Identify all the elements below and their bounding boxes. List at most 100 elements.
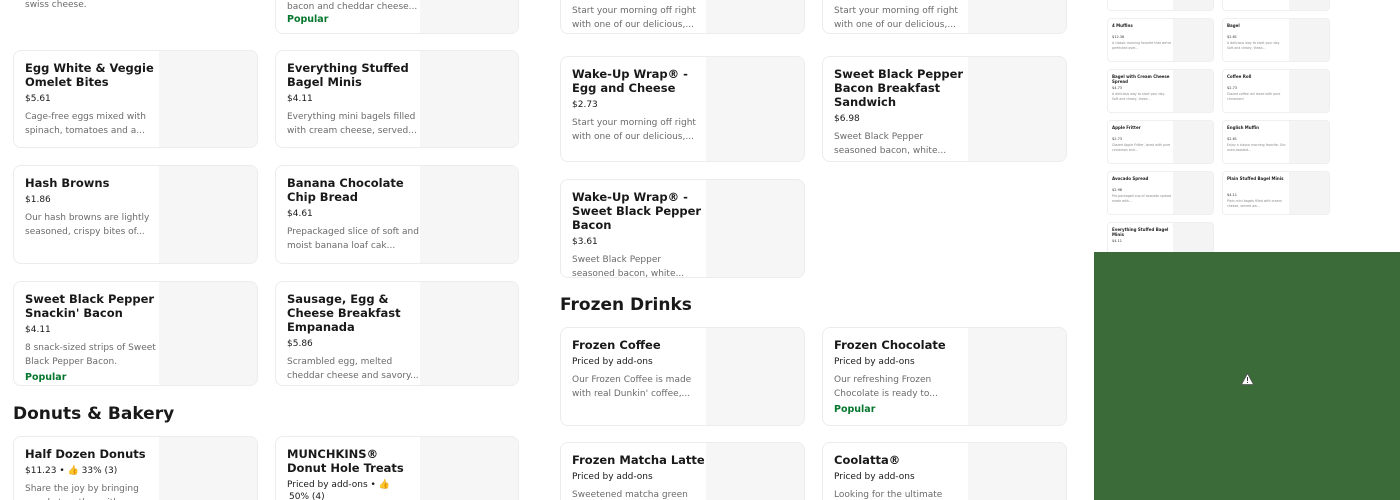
warning-icon bbox=[1240, 370, 1255, 389]
item-title: Sweet Black Pepper Snackin' Bacon bbox=[25, 292, 155, 320]
item-title: Coolatta® bbox=[834, 453, 901, 467]
item-image bbox=[420, 0, 518, 33]
thumbnail-card[interactable]: English Muffin $2.61 Enjoy a classic mor… bbox=[1222, 120, 1330, 164]
item-title: Sausage, Egg & Cheese Breakfast Empanada bbox=[287, 292, 401, 334]
menu-item-card[interactable]: Banana Chocolate Chip Bread $4.61 Prepac… bbox=[275, 165, 519, 264]
item-image bbox=[706, 57, 804, 161]
item-image bbox=[159, 282, 257, 385]
item-image bbox=[968, 443, 1066, 500]
menu-item-card[interactable]: Everything Stuffed Bagel Minis $4.11 Eve… bbox=[275, 50, 519, 148]
popular-badge: Popular bbox=[287, 14, 329, 25]
item-price: $2.73 bbox=[572, 100, 598, 110]
item-desc: Scrambled egg, melted cheddar cheese and… bbox=[287, 357, 419, 381]
thumbnail-card[interactable]: Plain Stuffed Bagel Minis $4.11 Plain mi… bbox=[1222, 171, 1330, 215]
item-image bbox=[968, 57, 1066, 161]
item-price: Priced by add-ons bbox=[572, 472, 653, 482]
item-title: Egg White & Veggie Omelet Bites bbox=[25, 61, 154, 89]
item-title: Frozen Matcha Latte bbox=[572, 453, 705, 467]
item-title: Banana Chocolate Chip Bread bbox=[287, 176, 404, 204]
item-image bbox=[159, 51, 257, 147]
item-desc: Our hash browns are lightly seasoned, cr… bbox=[25, 213, 150, 237]
menu-item-card[interactable]: Frozen Chocolate Priced by add-ons Our r… bbox=[822, 327, 1067, 426]
item-title: MUNCHKINS® Donut Hole Treats bbox=[287, 447, 404, 475]
item-price: $4.61 bbox=[287, 209, 313, 219]
menu-item-card[interactable]: Sweet Black Pepper Bacon Breakfast Sandw… bbox=[822, 56, 1067, 162]
item-title: Everything Stuffed Bagel Minis bbox=[287, 61, 409, 89]
item-desc: Looking for the ultimate bbox=[834, 490, 943, 500]
menu-item-card[interactable]: Wake-Up Wrap® - Egg and Cheese $2.73 Sta… bbox=[560, 56, 805, 162]
section-heading-donuts: Donuts & Bakery bbox=[13, 404, 175, 424]
item-image bbox=[159, 166, 257, 263]
item-price: Priced by add-ons • 👍 bbox=[287, 480, 390, 490]
item-title: Frozen Chocolate bbox=[834, 338, 946, 352]
item-desc: Share the joy by bringing people togethe… bbox=[25, 484, 142, 500]
menu-item-card[interactable]: Egg White & Veggie Omelet Bites $5.61 Ca… bbox=[13, 50, 258, 148]
item-image bbox=[968, 328, 1066, 425]
item-image bbox=[420, 282, 518, 385]
item-rating: 50% (4) bbox=[289, 492, 325, 500]
thumbnail-card[interactable]: 4 Muffins $12.36 A classic morning favor… bbox=[1107, 18, 1214, 62]
popular-badge: Popular bbox=[25, 372, 67, 383]
item-desc: Sweet Black Pepper seasoned bacon, white… bbox=[834, 132, 947, 156]
thumbnail-card[interactable]: Bagel with Cream Cheese Spread $4.73 A d… bbox=[1107, 69, 1214, 113]
item-desc: 8 snack-sized strips of Sweet Black Pepp… bbox=[25, 343, 156, 367]
menu-item-card[interactable]: MUNCHKINS® Donut Hole Treats Priced by a… bbox=[275, 436, 519, 500]
item-price: Priced by add-ons bbox=[834, 357, 915, 367]
item-rating: 33% (3) bbox=[81, 466, 118, 476]
thumbs-up-icon: 👍 bbox=[378, 480, 390, 490]
item-title: Wake-Up Wrap® - Sweet Black Pepper Bacon bbox=[572, 190, 702, 232]
item-price: $5.86 bbox=[287, 339, 313, 349]
item-image bbox=[159, 0, 257, 33]
menu-item-card[interactable]: Hash Browns $1.86 Our hash browns are li… bbox=[13, 165, 258, 264]
item-title: Hash Browns bbox=[25, 176, 110, 190]
menu-item-card[interactable]: Start your morning off right with one of … bbox=[822, 0, 1067, 34]
section-heading-frozen-drinks: Frozen Drinks bbox=[560, 295, 692, 315]
menu-item-card[interactable]: Sausage, Egg & Cheese Breakfast Empanada… bbox=[275, 281, 519, 386]
item-price: $4.11 bbox=[287, 94, 313, 104]
item-price: $11.23 • 👍 33% (3) bbox=[25, 466, 118, 476]
item-price: $6.98 bbox=[834, 114, 860, 124]
popular-badge: Popular bbox=[834, 404, 876, 415]
thumbnail-card[interactable]: Coffee Roll $2.73 Glazed coffee roll lac… bbox=[1222, 69, 1330, 113]
item-desc: bacon and cheddar cheese... bbox=[287, 2, 418, 12]
item-price: Priced by add-ons bbox=[834, 472, 915, 482]
item-title: Sweet Black Pepper Bacon Breakfast Sandw… bbox=[834, 67, 964, 109]
item-image bbox=[706, 443, 804, 500]
item-desc: Sweet Black Pepper seasoned bacon, white… bbox=[572, 255, 685, 278]
menu-item-card[interactable]: Half Dozen Donuts $11.23 • 👍 33% (3) Sha… bbox=[13, 436, 258, 500]
menu-item-card[interactable]: Wake-Up Wrap® - Sweet Black Pepper Bacon… bbox=[560, 179, 805, 278]
item-image bbox=[159, 437, 257, 500]
item-image bbox=[420, 437, 518, 500]
item-title: Half Dozen Donuts bbox=[25, 447, 146, 461]
thumbnail-card[interactable] bbox=[1222, 0, 1330, 11]
thumbnail-card[interactable]: Apple Fritter $2.73 Glazed Apple Fritter… bbox=[1107, 120, 1214, 164]
item-desc: Our refreshing Frozen Chocolate is ready… bbox=[834, 375, 938, 399]
item-price: $5.61 bbox=[25, 94, 51, 104]
menu-item-card[interactable]: Coolatta® Priced by add-ons Looking for … bbox=[822, 442, 1067, 500]
item-desc: Sweetened matcha green bbox=[572, 490, 688, 500]
item-image bbox=[420, 166, 518, 263]
item-image bbox=[706, 328, 804, 425]
thumbs-up-icon: 👍 bbox=[67, 466, 79, 476]
item-image bbox=[968, 0, 1066, 33]
item-price: $4.11 bbox=[25, 325, 51, 335]
item-image bbox=[420, 51, 518, 147]
item-desc: Start your morning off right with one of… bbox=[572, 118, 696, 142]
item-desc: Our Frozen Coffee is made with real Dunk… bbox=[572, 375, 692, 399]
item-image bbox=[706, 180, 804, 277]
thumbnail-card[interactable]: Avocado Spread $2.98 Pre-packaged cup of… bbox=[1107, 171, 1214, 215]
item-title: Frozen Coffee bbox=[572, 338, 661, 352]
item-desc: Start your morning off right with one of … bbox=[834, 6, 958, 30]
item-desc: Everything mini bagels filled with cream… bbox=[287, 112, 417, 136]
item-price: $1.86 bbox=[25, 195, 51, 205]
menu-item-card[interactable]: Frozen Coffee Priced by add-ons Our Froz… bbox=[560, 327, 805, 426]
thumbnail-card[interactable]: Bagel $2.61 A delicious way to start you… bbox=[1222, 18, 1330, 62]
menu-item-card[interactable]: Frozen Matcha Latte Priced by add-ons Sw… bbox=[560, 442, 805, 500]
thumbnail-card[interactable] bbox=[1107, 0, 1214, 11]
item-title: Wake-Up Wrap® - Egg and Cheese bbox=[572, 67, 688, 95]
menu-item-card[interactable]: bacon and cheddar cheese... Popular bbox=[275, 0, 519, 34]
item-desc-fragment: swiss cheese. bbox=[25, 0, 87, 10]
menu-item-card[interactable]: Sweet Black Pepper Snackin' Bacon $4.11 … bbox=[13, 281, 258, 386]
item-image bbox=[706, 0, 804, 33]
menu-item-card[interactable]: Start your morning off right with one of … bbox=[560, 0, 805, 34]
